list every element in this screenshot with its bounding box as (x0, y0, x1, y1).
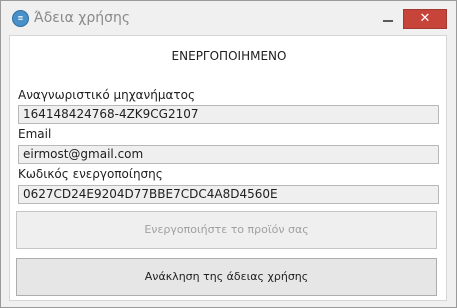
title-bar[interactable]: ≡ Άδεια χρήσης ✕ (1, 1, 456, 35)
license-panel: ΕΝΕΡΓΟΠΟΙΗΜΕΝΟ Αναγνωριστικό μηχανήματος… (9, 35, 447, 301)
close-icon: ✕ (419, 11, 431, 26)
window-title: Άδεια χρήσης (34, 10, 131, 26)
activation-status: ΕΝΕΡΓΟΠΟΙΗΜΕΝΟ (171, 49, 287, 63)
email-field[interactable]: eirmost@gmail.com (18, 145, 439, 164)
license-window: ≡ Άδεια χρήσης ✕ ΕΝΕΡΓΟΠΟΙΗΜΕΝΟ Αναγνωρι… (0, 0, 457, 308)
close-button[interactable]: ✕ (403, 9, 447, 29)
minimize-icon (383, 20, 393, 22)
machine-id-label: Αναγνωριστικό μηχανήματος (18, 88, 196, 102)
license-icon: ≡ (12, 10, 29, 27)
machine-id-field[interactable]: 164148424768-4ZK9CG2107 (18, 105, 439, 124)
activation-code-label: Κωδικός ενεργοποίησης (18, 167, 163, 181)
email-label: Email (18, 127, 52, 141)
activation-code-field[interactable]: 0627CD24E9204D77BBE7CDC4A8D4560E (18, 185, 439, 204)
minimize-button[interactable] (375, 9, 403, 29)
revoke-license-button[interactable]: Ανάκληση της άδειας χρήσης (16, 258, 437, 296)
activate-product-button[interactable]: Ενεργοποιήστε το προϊόν σας (16, 211, 437, 249)
